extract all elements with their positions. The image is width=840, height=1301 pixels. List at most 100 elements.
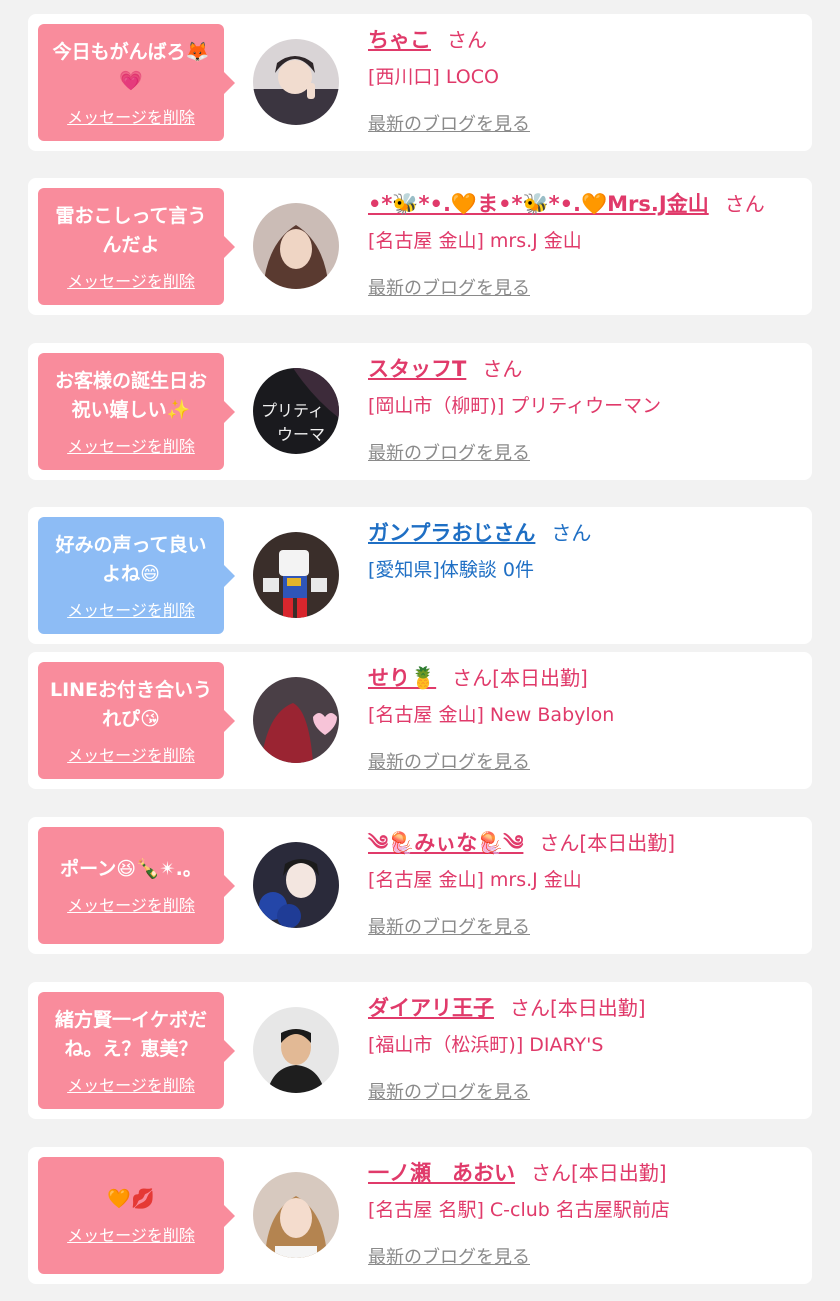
avatar-image	[253, 677, 339, 763]
sender-info: •*🐝*•.🧡ま•*🐝*•.🧡Mrs.J金山 さん [名古屋 金山] mrs.J 金…	[368, 190, 802, 300]
shop-name: [名古屋 金山] New Babylon	[368, 704, 615, 726]
working-today-badge: [本日出勤]	[571, 1161, 667, 1185]
shop-name: [名古屋 金山] mrs.J 金山	[368, 230, 582, 252]
message-text: 雷おこしって言うんだよ	[55, 204, 207, 256]
shop-name: [西川口] LOCO	[368, 66, 499, 88]
honorific: さん	[482, 357, 523, 381]
latest-blog-link[interactable]: 最新のブログを見る	[368, 110, 530, 136]
delete-message-link[interactable]: メッセージを削除	[67, 892, 195, 916]
latest-blog-link[interactable]: 最新のブログを見る	[368, 1243, 530, 1269]
honorific: さん	[452, 666, 493, 690]
message-card: 今日もがんばろ🦊💗 メッセージを削除 ちゃこ さん [西川口] LOCO 最新のブログを見…	[28, 14, 812, 151]
message-text: 緒方賢一イケボだね。え？恵美？	[54, 1008, 207, 1060]
avatar[interactable]	[253, 203, 339, 289]
avatar-image	[253, 203, 339, 289]
message-text: ポーン😆🍾✴︎.。	[60, 858, 202, 880]
sender-name-link[interactable]: 一ノ瀬 あおい	[368, 1161, 515, 1185]
avatar[interactable]	[253, 677, 339, 763]
sender-info: ちゃこ さん [西川口] LOCO 最新のブログを見る	[368, 26, 802, 136]
delete-message-link[interactable]: メッセージを削除	[67, 1072, 195, 1096]
working-today-badge: [本日出勤]	[579, 831, 676, 855]
honorific: さん	[724, 192, 765, 216]
latest-blog-link[interactable]: 最新のブログを見る	[368, 439, 530, 465]
delete-message-link[interactable]: メッセージを削除	[67, 433, 195, 457]
latest-blog-link[interactable]: 最新のブログを見る	[368, 274, 530, 300]
message-bubble: お客様の誕生日お祝い嬉しい✨ メッセージを削除	[38, 353, 235, 470]
delete-message-link[interactable]: メッセージを削除	[67, 268, 195, 292]
avatar-image	[253, 532, 339, 618]
sender-name-line: ガンプラおじさん さん	[368, 519, 802, 547]
honorific: さん	[531, 1161, 571, 1185]
message-text: お客様の誕生日お祝い嬉しい✨	[54, 369, 207, 421]
message-card: ポーン😆🍾✴︎.。 メッセージを削除 ༄🪼みぃな🪼༄ さん[本日出勤] [名古屋 金山]…	[28, 817, 812, 954]
avatar[interactable]	[253, 1172, 339, 1258]
shop-name: [福山市（松浜町)] DIARY'S	[368, 1034, 604, 1056]
avatar-image	[253, 39, 339, 125]
sender-name-link[interactable]: ちゃこ	[368, 28, 431, 52]
message-card: 好みの声って良いよね😄 メッセージを削除 ガンプラおじさん さん [愛知県]体験談 0件	[28, 507, 812, 644]
shop-name: [愛知県]体験談 0件	[368, 559, 534, 581]
sender-info: ガンプラおじさん さん [愛知県]体験談 0件	[368, 519, 802, 585]
message-card: LINEお付き合いうれぴ😘 メッセージを削除 せり🍍 さん[本日出勤] [名古屋 金山]…	[28, 652, 812, 789]
sender-name-link[interactable]: スタッフT	[368, 357, 466, 381]
sender-name-line: ちゃこ さん	[368, 26, 802, 54]
message-bubble: ポーン😆🍾✴︎.。 メッセージを削除	[38, 827, 235, 944]
message-bubble: 好みの声って良いよね😄 メッセージを削除	[38, 517, 235, 634]
working-today-badge: [本日出勤]	[550, 996, 646, 1020]
sender-name-line: せり🍍 さん[本日出勤]	[368, 664, 802, 692]
delete-message-link[interactable]: メッセージを削除	[67, 597, 195, 621]
message-list: 今日もがんばろ🦊💗 メッセージを削除 ちゃこ さん [西川口] LOCO 最新のブログを見…	[0, 0, 840, 1301]
svg-text:ウーマ: ウーマ	[277, 425, 325, 444]
message-bubble: 緒方賢一イケボだね。え？恵美？ メッセージを削除	[38, 992, 235, 1109]
message-bubble: 🧡💋 メッセージを削除	[38, 1157, 235, 1274]
sender-info: 一ノ瀬 あおい さん[本日出勤] [名古屋 名駅] C-club 名古屋駅前店最新の…	[368, 1159, 802, 1269]
delete-message-link[interactable]: メッセージを削除	[67, 1222, 195, 1246]
avatar[interactable]	[253, 842, 339, 928]
message-bubble: 今日もがんばろ🦊💗 メッセージを削除	[38, 24, 235, 141]
message-bubble: 雷おこしって言うんだよメッセージを削除	[38, 188, 235, 305]
avatar-image: プリティウーマ	[253, 368, 339, 454]
shop-name: [名古屋 金山] mrs.J 金山	[368, 869, 582, 891]
latest-blog-link[interactable]: 最新のブログを見る	[368, 1078, 530, 1104]
avatar[interactable]	[253, 39, 339, 125]
avatar[interactable]	[253, 532, 339, 618]
avatar-image	[253, 1172, 339, 1258]
message-card: 🧡💋 メッセージを削除 一ノ瀬 あおい さん[本日出勤] [名古屋 名駅] C-club…	[28, 1147, 812, 1284]
honorific: さん	[510, 996, 550, 1020]
message-text: 🧡💋	[107, 1188, 155, 1210]
sender-name-link[interactable]: ガンプラおじさん	[368, 521, 535, 545]
message-text: 好みの声って良いよね😄	[55, 533, 207, 585]
delete-message-link[interactable]: メッセージを削除	[67, 742, 195, 766]
shop-name: [名古屋 名駅] C-club 名古屋駅前店	[368, 1199, 670, 1221]
sender-info: せり🍍 さん[本日出勤] [名古屋 金山] New Babylon 最新のブログを見る	[368, 664, 802, 774]
sender-name-link[interactable]: せり🍍	[368, 666, 436, 690]
avatar-image	[253, 1007, 339, 1093]
sender-name-link[interactable]: •*🐝*•.🧡ま•*🐝*•.🧡Mrs.J金山	[368, 192, 709, 216]
svg-text:プリティ: プリティ	[261, 401, 324, 420]
honorific: さん	[447, 28, 487, 52]
message-card: 雷おこしって言うんだよメッセージを削除 •*🐝*•.🧡ま•*🐝*•.🧡Mrs.J金…	[28, 178, 812, 315]
message-card: 緒方賢一イケボだね。え？恵美？ メッセージを削除 ダイアリ王子 さん[本日出勤] [福山…	[28, 982, 812, 1119]
latest-blog-link[interactable]: 最新のブログを見る	[368, 913, 530, 939]
message-card: お客様の誕生日お祝い嬉しい✨ メッセージを削除 プリティウーマ スタッフT さん [岡山市…	[28, 343, 812, 480]
sender-name-line: ダイアリ王子 さん[本日出勤]	[368, 994, 802, 1022]
message-bubble: LINEお付き合いうれぴ😘 メッセージを削除	[38, 662, 235, 779]
delete-message-link[interactable]: メッセージを削除	[67, 104, 195, 128]
message-text: 今日もがんばろ🦊💗	[52, 40, 210, 92]
sender-name-line: ༄🪼みぃな🪼༄ さん[本日出勤]	[368, 829, 802, 857]
honorific: さん	[539, 831, 580, 855]
latest-blog-link[interactable]: 最新のブログを見る	[368, 748, 530, 774]
sender-name-line: スタッフT さん	[368, 355, 802, 383]
sender-name-link[interactable]: ༄🪼みぃな🪼༄	[368, 831, 523, 855]
sender-name-link[interactable]: ダイアリ王子	[368, 996, 494, 1020]
message-text: LINEお付き合いうれぴ😘	[49, 678, 213, 730]
sender-name-line: •*🐝*•.🧡ま•*🐝*•.🧡Mrs.J金山 さん	[368, 190, 802, 218]
sender-info: スタッフT さん [岡山市（柳町)] プリティウーマン最新のブログを見る	[368, 355, 802, 465]
avatar[interactable]	[253, 1007, 339, 1093]
shop-name: [岡山市（柳町)] プリティウーマン	[368, 395, 662, 417]
honorific: さん	[551, 521, 592, 545]
working-today-badge: [本日出勤]	[492, 666, 588, 690]
sender-info: ダイアリ王子 さん[本日出勤] [福山市（松浜町)] DIARY'S 最新のブログを見…	[368, 994, 802, 1104]
avatar[interactable]: プリティウーマ	[253, 368, 339, 454]
sender-name-line: 一ノ瀬 あおい さん[本日出勤]	[368, 1159, 802, 1187]
